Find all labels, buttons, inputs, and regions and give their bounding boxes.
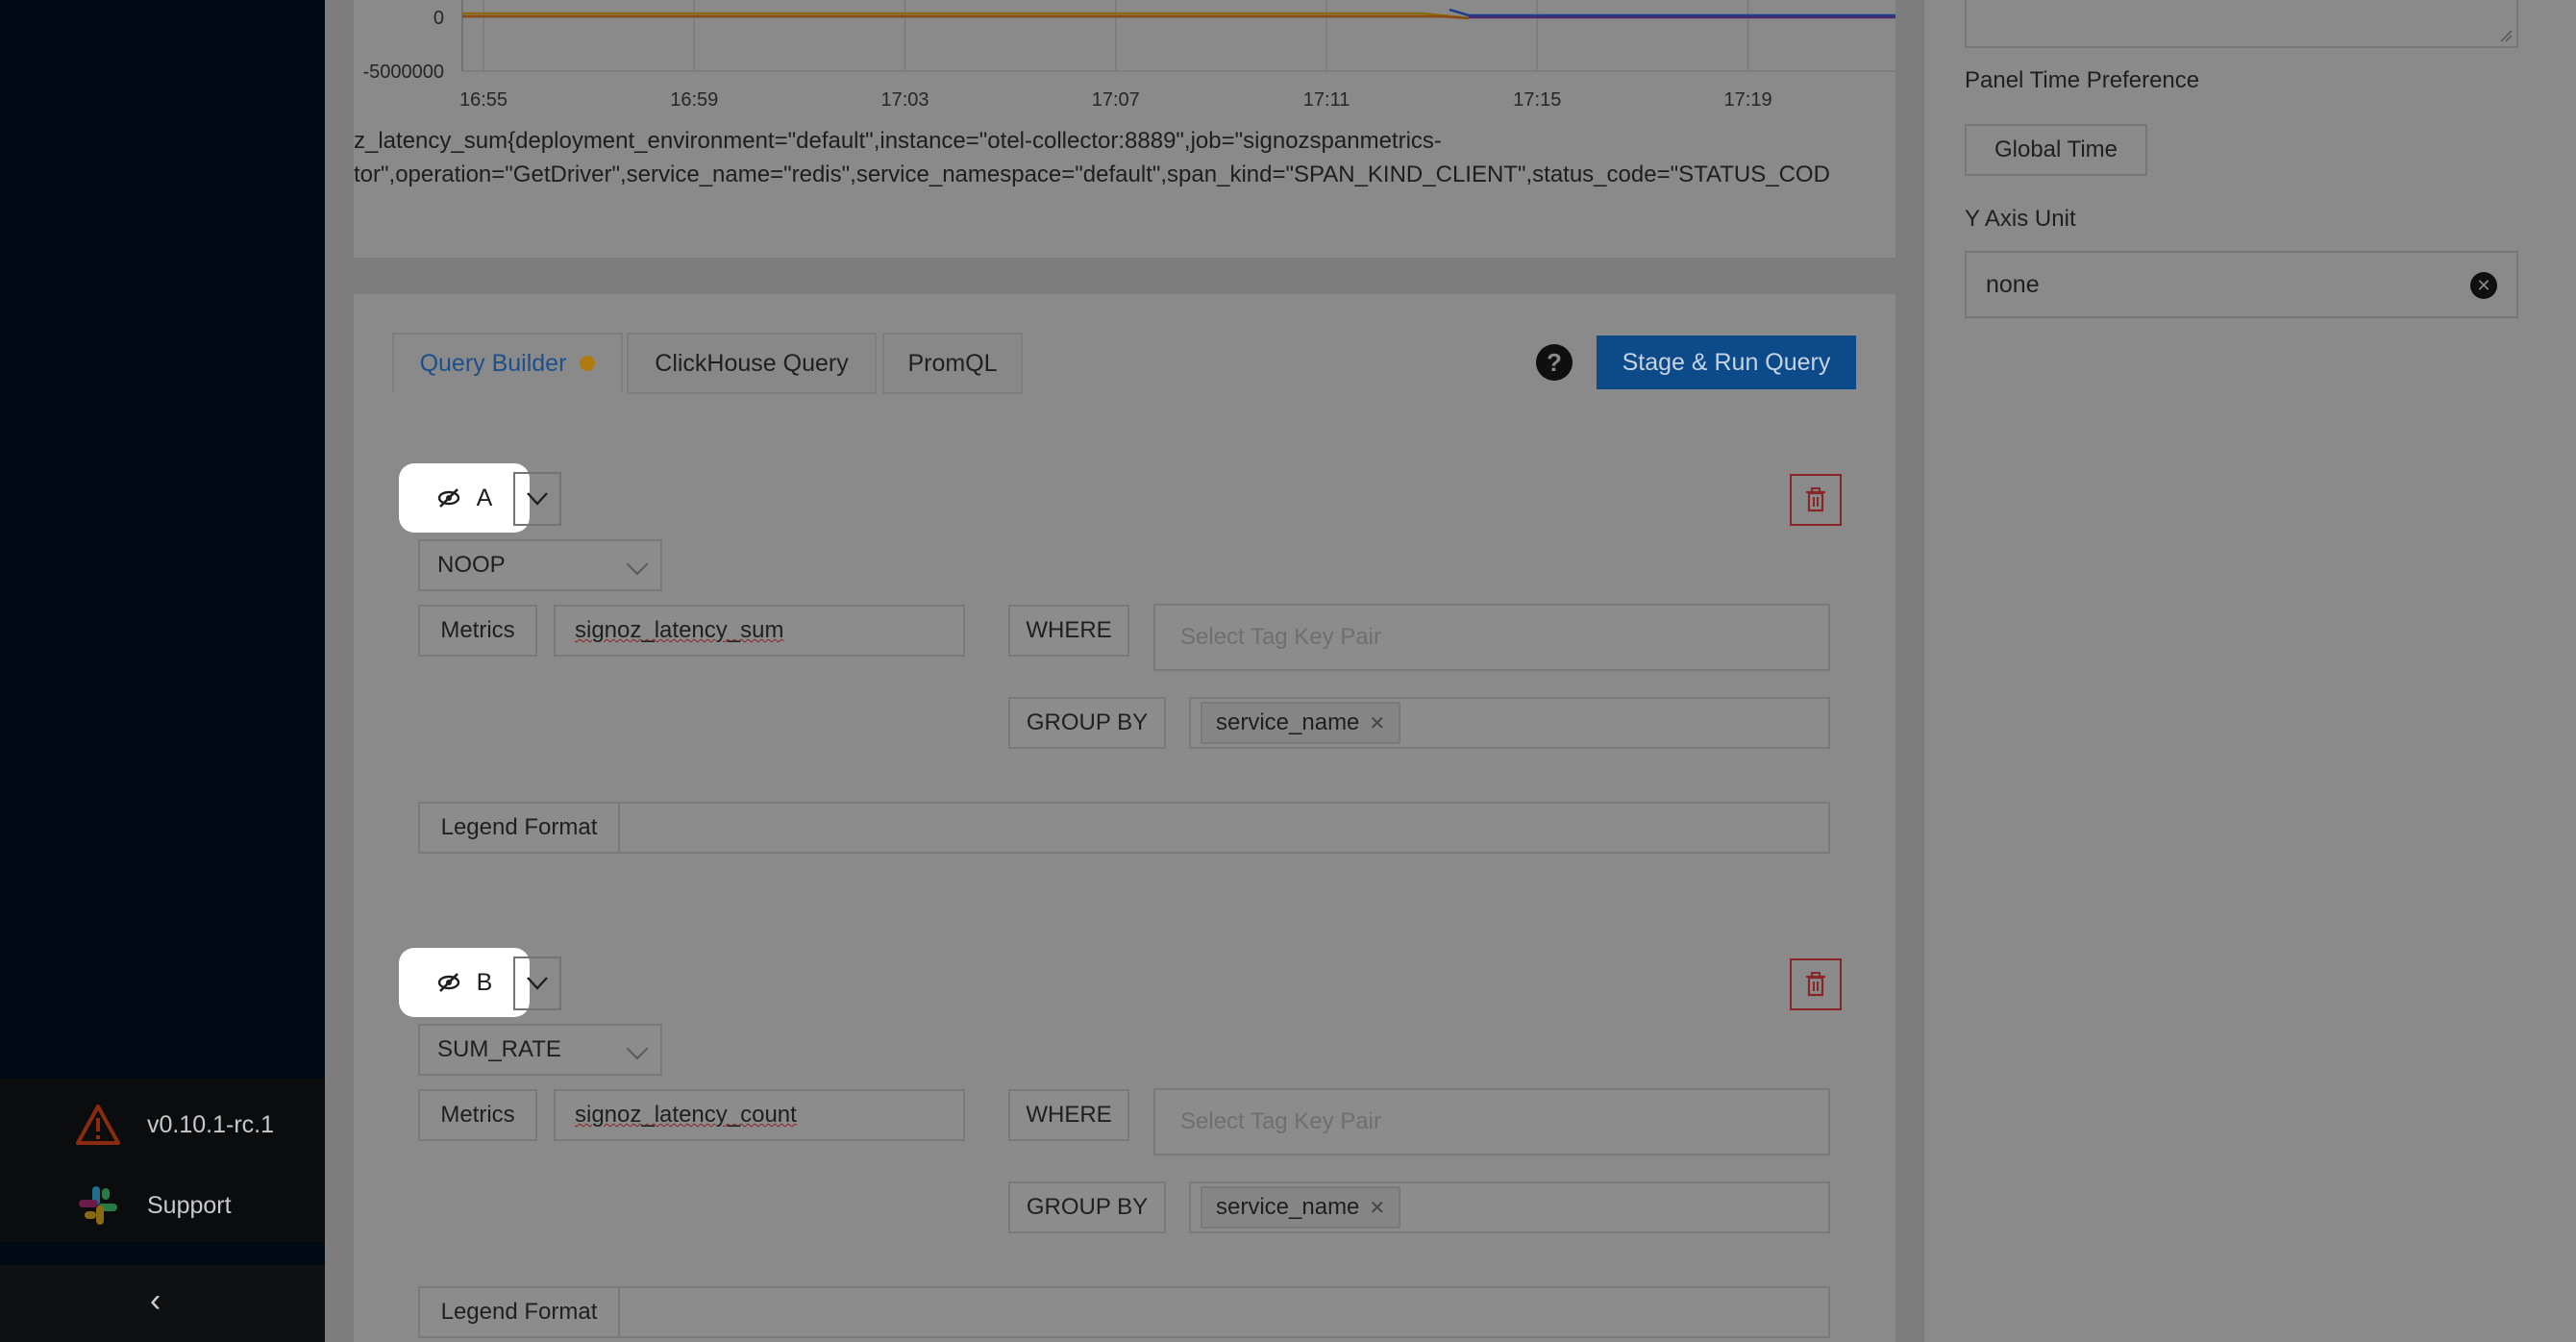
chevron-down-icon bbox=[527, 977, 548, 990]
description-textarea[interactable] bbox=[1965, 0, 2518, 48]
eye-hidden-icon bbox=[437, 973, 459, 992]
y-axis-unit-label: Y Axis Unit bbox=[1965, 206, 2076, 232]
query-b-where-input[interactable]: Select Tag Key Pair bbox=[1153, 1088, 1830, 1156]
chevron-down-icon bbox=[626, 1037, 649, 1060]
series-label-line-1: z_latency_sum{deployment_environment="de… bbox=[354, 128, 1442, 154]
query-b-group-by-tag-label: service_name bbox=[1216, 1194, 1360, 1220]
query-b-where-placeholder: Select Tag Key Pair bbox=[1180, 1108, 1382, 1134]
y-axis-unit-value: none bbox=[1986, 270, 2040, 298]
query-a-metrics-label: Metrics bbox=[418, 605, 537, 657]
tab-promql[interactable]: PromQL bbox=[882, 333, 1023, 394]
query-a-legend-label: Legend Format bbox=[418, 802, 620, 854]
query-b-toggle-button[interactable]: B bbox=[405, 954, 524, 1011]
query-b-aggregation-value: SUM_RATE bbox=[437, 1036, 561, 1062]
global-time-button[interactable]: Global Time bbox=[1965, 124, 2147, 176]
query-a-group-by-select[interactable]: service_name ✕ bbox=[1189, 697, 1830, 749]
query-b-legend-label: Legend Format bbox=[418, 1286, 620, 1338]
sidebar-footer: v0.10.1-rc.1 Support bbox=[0, 1079, 325, 1242]
query-b-group-by-select[interactable]: service_name ✕ bbox=[1189, 1181, 1830, 1233]
tab-clickhouse-label: ClickHouse Query bbox=[655, 349, 849, 377]
x-tick-label: 17:15 bbox=[1513, 89, 1561, 111]
x-tick-label: 17:19 bbox=[1724, 89, 1772, 111]
close-icon[interactable]: ✕ bbox=[1369, 711, 1385, 735]
query-a-name: A bbox=[476, 484, 493, 511]
x-tick-label: 16:59 bbox=[670, 89, 718, 111]
query-b-expand-button[interactable] bbox=[513, 957, 561, 1010]
eye-hidden-icon bbox=[437, 488, 459, 508]
query-b-aggregation-select[interactable]: SUM_RATE bbox=[418, 1024, 662, 1076]
query-b-name: B bbox=[476, 968, 493, 996]
resize-handle-icon[interactable] bbox=[2499, 29, 2513, 42]
x-tick-label: 16:55 bbox=[459, 89, 508, 111]
query-b-metric-value: signoz_latency_count bbox=[575, 1102, 797, 1128]
query-a-toggle-button[interactable]: A bbox=[405, 469, 524, 527]
query-b-legend-input[interactable] bbox=[618, 1286, 1830, 1338]
query-b-group-by-tag[interactable]: service_name ✕ bbox=[1201, 1186, 1401, 1229]
x-tick-label: 17:03 bbox=[880, 89, 929, 111]
close-icon[interactable]: ✕ bbox=[1369, 1196, 1385, 1220]
sidebar: v0.10.1-rc.1 Support ‹ bbox=[0, 0, 325, 1342]
chevron-down-icon bbox=[527, 492, 548, 506]
query-b-where-label: WHERE bbox=[1008, 1089, 1129, 1141]
support-label: Support bbox=[147, 1191, 232, 1219]
query-a-group-by-label: GROUP BY bbox=[1008, 697, 1166, 749]
version-item[interactable]: v0.10.1-rc.1 bbox=[0, 1084, 325, 1165]
help-icon[interactable]: ? bbox=[1536, 344, 1573, 381]
query-a-expand-button[interactable] bbox=[513, 472, 561, 526]
series-line bbox=[1449, 8, 1895, 17]
slack-icon bbox=[79, 1186, 117, 1225]
series-label-line-2: tor",operation="GetDriver",service_name=… bbox=[354, 162, 1830, 187]
query-b-metric-input[interactable]: signoz_latency_count bbox=[554, 1089, 965, 1141]
query-a-legend-input[interactable] bbox=[618, 802, 1830, 854]
trash-icon bbox=[1806, 972, 1825, 997]
query-a-metric-value: signoz_latency_sum bbox=[575, 617, 784, 643]
query-a-aggregation-select[interactable]: NOOP bbox=[418, 539, 662, 591]
panel-time-preference-label: Panel Time Preference bbox=[1965, 67, 2200, 93]
query-a-where-placeholder: Select Tag Key Pair bbox=[1180, 624, 1382, 650]
chevron-left-icon: ‹ bbox=[150, 1282, 161, 1319]
chevron-down-icon bbox=[626, 553, 649, 576]
query-a-metric-input[interactable]: signoz_latency_sum bbox=[554, 605, 965, 657]
query-a-group-by-tag[interactable]: service_name ✕ bbox=[1201, 702, 1401, 744]
x-tick-label: 17:11 bbox=[1303, 89, 1350, 111]
tab-query-builder-label: Query Builder bbox=[419, 349, 567, 377]
version-label: v0.10.1-rc.1 bbox=[147, 1110, 275, 1138]
query-a-delete-button[interactable] bbox=[1790, 474, 1842, 526]
query-b-metrics-label: Metrics bbox=[418, 1089, 537, 1141]
sidebar-collapse-button[interactable]: ‹ bbox=[0, 1265, 325, 1342]
query-b-delete-button[interactable] bbox=[1790, 958, 1842, 1010]
query-a-where-input[interactable]: Select Tag Key Pair bbox=[1153, 604, 1830, 671]
query-a-where-label: WHERE bbox=[1008, 605, 1129, 657]
right-settings-panel: Panel Time Preference Global Time Y Axis… bbox=[1922, 0, 2576, 1342]
tab-query-builder[interactable]: Query Builder bbox=[392, 333, 623, 394]
query-b-group-by-label: GROUP BY bbox=[1008, 1181, 1166, 1233]
clear-icon[interactable]: ✕ bbox=[2470, 272, 2497, 299]
x-tick-label: 17:07 bbox=[1092, 89, 1140, 111]
query-a-aggregation-value: NOOP bbox=[437, 552, 506, 578]
y-tick-label: -5000000 bbox=[362, 62, 444, 83]
trash-icon bbox=[1806, 487, 1825, 512]
support-item[interactable]: Support bbox=[0, 1165, 325, 1246]
query-a-group-by-tag-label: service_name bbox=[1216, 709, 1360, 735]
stage-run-query-button[interactable]: Stage & Run Query bbox=[1597, 336, 1856, 389]
y-axis-unit-select[interactable]: none ✕ bbox=[1965, 251, 2518, 318]
warning-icon bbox=[76, 1105, 120, 1145]
y-tick-label: 0 bbox=[433, 8, 444, 29]
unsaved-dot bbox=[580, 356, 596, 371]
tab-clickhouse-query[interactable]: ClickHouse Query bbox=[627, 333, 877, 394]
tab-promql-label: PromQL bbox=[907, 349, 998, 377]
